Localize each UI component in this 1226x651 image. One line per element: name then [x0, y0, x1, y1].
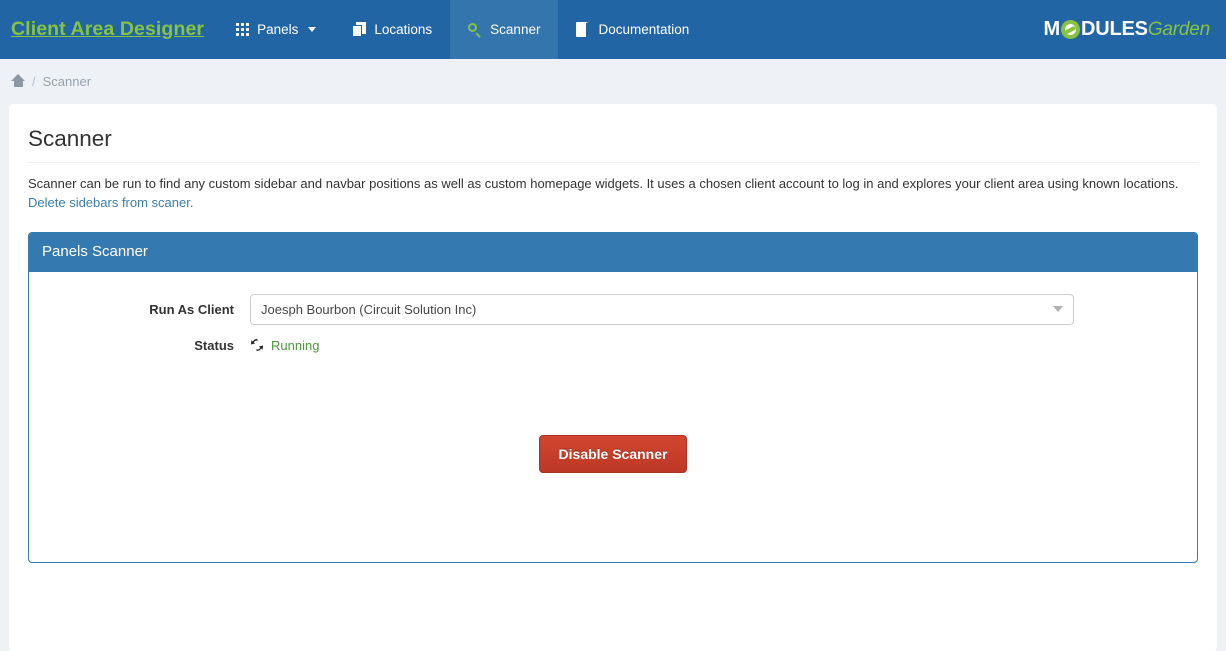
breadcrumb-separator: /: [32, 74, 36, 89]
logo-text-dules: DULES: [1081, 18, 1148, 40]
breadcrumb-home-link[interactable]: [11, 73, 25, 90]
nav-item-panels-label: Panels: [257, 21, 299, 37]
run-as-client-selected-value: Joesph Bourbon (Circuit Solution Inc): [261, 301, 477, 317]
panel-actions: Disable Scanner: [29, 434, 1197, 473]
logo-text-garden: Garden: [1147, 18, 1210, 40]
globe-icon: [1061, 20, 1081, 39]
book-icon: [576, 22, 590, 37]
nav-item-scanner[interactable]: Scanner: [450, 0, 559, 59]
brand-logo-text[interactable]: Client Area Designer: [0, 0, 218, 59]
delete-sidebars-link[interactable]: Delete sidebars from scaner.: [28, 195, 193, 210]
page-description-text: Scanner can be run to find any custom si…: [28, 176, 1179, 191]
page-description: Scanner can be run to find any custom si…: [28, 174, 1198, 212]
breadcrumb: / Scanner: [0, 59, 1226, 104]
nav-item-scanner-label: Scanner: [490, 21, 541, 37]
run-as-client-row: Run As Client Joesph Bourbon (Circuit So…: [29, 293, 1197, 325]
modulesgarden-logo[interactable]: M DULES Garden: [1044, 0, 1226, 59]
status-badge: Running: [271, 337, 320, 353]
nav-item-locations-label: Locations: [374, 21, 433, 37]
panel-title: Panels Scanner: [29, 233, 1197, 272]
nav-item-panels[interactable]: Panels: [218, 0, 334, 59]
top-navbar: Client Area Designer Panels Locations Sc…: [0, 0, 1226, 59]
nav-item-documentation-label: Documentation: [598, 21, 690, 37]
status-row: Status Running: [29, 338, 1197, 353]
main-navigation: Panels Locations Scanner Documentation: [218, 0, 707, 59]
panels-scanner-panel: Panels Scanner Run As Client Joesph Bour…: [28, 232, 1198, 563]
home-icon: [11, 73, 25, 87]
page-card: Scanner Scanner can be run to find any c…: [9, 104, 1217, 651]
grid-icon: [236, 23, 250, 36]
run-as-client-label: Run As Client: [149, 301, 234, 317]
chevron-down-icon: [308, 27, 317, 32]
run-as-client-select[interactable]: Joesph Bourbon (Circuit Solution Inc): [250, 293, 1074, 325]
status-label: Status: [194, 337, 234, 353]
page-title: Scanner: [28, 126, 1198, 163]
chevron-down-icon: [1053, 306, 1063, 312]
search-icon: [468, 22, 482, 38]
status-value-group: Running: [250, 338, 1074, 353]
nav-item-documentation[interactable]: Documentation: [558, 0, 707, 59]
logo-text-m: M: [1043, 18, 1061, 40]
breadcrumb-current: Scanner: [42, 74, 92, 89]
clone-icon: [352, 22, 367, 37]
nav-item-locations[interactable]: Locations: [334, 0, 450, 59]
panel-body: Run As Client Joesph Bourbon (Circuit So…: [29, 272, 1197, 562]
refresh-icon: [250, 338, 264, 352]
disable-scanner-button[interactable]: Disable Scanner: [538, 434, 688, 473]
